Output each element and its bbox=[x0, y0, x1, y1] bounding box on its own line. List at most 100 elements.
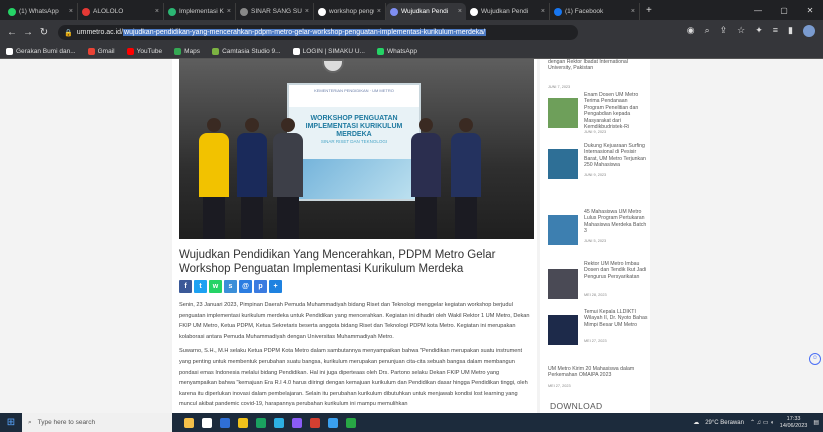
post-thumbnail[interactable] bbox=[548, 269, 578, 299]
maximize-icon[interactable]: ▢ bbox=[771, 6, 797, 15]
post-title-link[interactable]: UM Metro Kirim 20 Mahasiswa dalam Perkem… bbox=[548, 366, 644, 379]
browser-tab[interactable]: (1) Facebook × bbox=[550, 3, 640, 20]
tab-close-icon[interactable]: × bbox=[155, 8, 159, 15]
taskbar-app-icon[interactable] bbox=[328, 417, 338, 428]
bookmark-item[interactable]: Gerakan Bumi dan... bbox=[6, 48, 76, 55]
taskbar-app-icon[interactable] bbox=[310, 417, 320, 428]
tab-close-icon[interactable]: × bbox=[69, 8, 73, 15]
sidepanel-icon[interactable]: ▮ bbox=[788, 25, 793, 37]
browser-tab[interactable]: Wujudkan Pendi × bbox=[386, 3, 466, 20]
share-page-icon[interactable]: ⇪ bbox=[720, 25, 728, 37]
toolbar-icons: ◉ ⌕ ⇪ ☆ ✦ ≡ ▮ bbox=[687, 25, 815, 37]
screen-band bbox=[289, 159, 419, 199]
reload-icon[interactable]: ↻ bbox=[36, 27, 52, 38]
url-input[interactable]: 🔒 ummetro.ac.id/wujudkan-pendidikan-yang… bbox=[58, 25, 578, 40]
person-batik-2 bbox=[273, 118, 303, 239]
bookmark-icon bbox=[126, 48, 134, 55]
tab-close-icon[interactable]: × bbox=[631, 8, 635, 15]
tab-title: workshop pengu bbox=[329, 8, 374, 15]
post-thumbnail[interactable] bbox=[548, 315, 578, 345]
bookmark-icon bbox=[292, 48, 300, 55]
email-icon[interactable]: @ bbox=[239, 280, 252, 293]
tab-favicon-icon bbox=[554, 7, 562, 16]
minimize-icon[interactable]: — bbox=[745, 6, 771, 15]
taskbar-search-input[interactable]: ⌕ Type here to search bbox=[22, 413, 172, 432]
taskbar-app-icon[interactable] bbox=[274, 417, 284, 428]
share-icon[interactable]: s bbox=[224, 280, 237, 293]
taskbar-app-icon[interactable] bbox=[202, 417, 212, 428]
person-batik-4 bbox=[451, 118, 481, 239]
clock-date: 14/06/2023 bbox=[779, 422, 808, 429]
tab-close-icon[interactable]: × bbox=[458, 8, 462, 15]
windows-start-icon[interactable]: ⊞ bbox=[0, 417, 22, 428]
notification-icon[interactable]: ▤ bbox=[813, 419, 819, 426]
clock[interactable]: 17:33 14/06/2023 bbox=[780, 416, 808, 430]
reading-list-icon[interactable]: ≡ bbox=[773, 25, 778, 37]
tab-favicon-icon bbox=[8, 7, 16, 16]
tab-close-icon[interactable]: × bbox=[227, 8, 231, 15]
screen-subtitle: SINAR RISET DAN TEKNOLOGI bbox=[320, 139, 388, 144]
profile-avatar[interactable] bbox=[803, 25, 815, 37]
post-thumbnail[interactable] bbox=[548, 215, 578, 245]
post-title-link[interactable]: Temui Kepala LLDIKTI Wilayah II, Dr. Nyo… bbox=[584, 309, 648, 328]
browser-tab[interactable]: (1) WhatsApp × bbox=[4, 3, 78, 20]
bookmark-item[interactable]: Gmail bbox=[87, 48, 115, 55]
tab-close-icon[interactable]: × bbox=[305, 8, 309, 15]
article-column: KEMENTERIAN PENDIDIKAN · UM METRO WORKSH… bbox=[172, 59, 537, 413]
facebook-icon[interactable]: f bbox=[179, 280, 192, 293]
search-icon: ⌕ bbox=[28, 418, 32, 426]
tab-close-icon[interactable]: × bbox=[377, 8, 381, 15]
back-icon[interactable]: ← bbox=[4, 27, 20, 38]
forward-icon[interactable]: → bbox=[20, 27, 36, 38]
person-batik-1 bbox=[237, 118, 267, 239]
tab-close-icon[interactable]: × bbox=[541, 8, 545, 15]
plus-icon[interactable]: + bbox=[269, 280, 282, 293]
post-thumbnail[interactable] bbox=[548, 149, 578, 179]
twitter-icon[interactable]: t bbox=[194, 280, 207, 293]
close-icon[interactable]: ✕ bbox=[797, 6, 823, 15]
bookmark-item[interactable]: WhatsApp bbox=[376, 48, 417, 55]
post-title-link[interactable]: Dukung Kejuaraan Surfing Internasional d… bbox=[584, 143, 648, 169]
bookmark-label: Camtasia Studio 9... bbox=[222, 48, 281, 55]
tray-icons[interactable]: ⌃ ♫ ▭ ◖ bbox=[750, 419, 774, 426]
bookmark-icon bbox=[174, 48, 182, 55]
browser-tab[interactable]: Wujudkan Pendi × bbox=[466, 3, 550, 20]
taskbar-app-icon[interactable] bbox=[238, 417, 248, 428]
zoom-icon[interactable]: ⌕ bbox=[705, 25, 710, 37]
new-tab-icon[interactable]: + bbox=[640, 5, 658, 16]
bookmark-label: Gerakan Bumi dan... bbox=[16, 48, 76, 55]
browser-tab[interactable]: workshop pengu × bbox=[314, 3, 386, 20]
post-title-link[interactable]: Enam Dosen UM Metro Terima Pendanaan Pro… bbox=[584, 92, 648, 130]
google-lens-icon[interactable]: ◉ bbox=[687, 25, 695, 37]
browser-tab[interactable]: Implementasi K × bbox=[164, 3, 236, 20]
bookmark-icon bbox=[376, 48, 384, 55]
chat-widget-icon[interactable]: ☺ bbox=[809, 353, 821, 365]
person-yellow bbox=[199, 118, 229, 239]
post-date: JUNI 5, 2023 bbox=[584, 239, 607, 243]
bookmark-item[interactable]: Camtasia Studio 9... bbox=[212, 48, 281, 55]
browser-tab[interactable]: SINAR SANG SU × bbox=[236, 3, 314, 20]
post-thumbnail[interactable] bbox=[548, 98, 578, 128]
taskbar-app-icon[interactable] bbox=[220, 417, 230, 428]
url-path: wujudkan-pendidikan-yang-mencerahkan-pdp… bbox=[123, 29, 487, 36]
taskbar-app-icon[interactable] bbox=[346, 417, 356, 428]
whatsapp-icon[interactable]: w bbox=[209, 280, 222, 293]
sidebar-recent-posts: DOWNLOAD dengan Rektor Ibadat Internatio… bbox=[540, 59, 650, 413]
bookmark-star-icon[interactable]: ☆ bbox=[737, 25, 745, 37]
bookmark-item[interactable]: LOGIN | SIMAKU U... bbox=[292, 48, 365, 55]
taskbar-app-icon[interactable] bbox=[256, 417, 266, 428]
post-title-link[interactable]: Rektor UM Metro Imbau Dosen dan Tendik I… bbox=[584, 261, 648, 280]
post-title-link[interactable]: dengan Rektor Ibadat International Unive… bbox=[548, 59, 644, 72]
bookmark-item[interactable]: Maps bbox=[174, 48, 200, 55]
post-title-link[interactable]: 45 Mahasiswa UM Metro Lulus Program Pert… bbox=[584, 209, 648, 235]
browser-tab[interactable]: ALOLOLO × bbox=[78, 3, 164, 20]
taskbar-app-icon[interactable] bbox=[184, 417, 194, 428]
bookmark-item[interactable]: YouTube bbox=[126, 48, 162, 55]
print-icon[interactable]: p bbox=[254, 280, 267, 293]
weather-text[interactable]: 29°C Berawan bbox=[705, 420, 744, 426]
extensions-icon[interactable]: ✦ bbox=[755, 25, 763, 37]
web-page: KEMENTERIAN PENDIDIKAN · UM METRO WORKSH… bbox=[0, 59, 823, 413]
tab-favicon-icon bbox=[82, 7, 90, 16]
bookmark-icon bbox=[212, 48, 220, 55]
taskbar-app-icon[interactable] bbox=[292, 417, 302, 428]
